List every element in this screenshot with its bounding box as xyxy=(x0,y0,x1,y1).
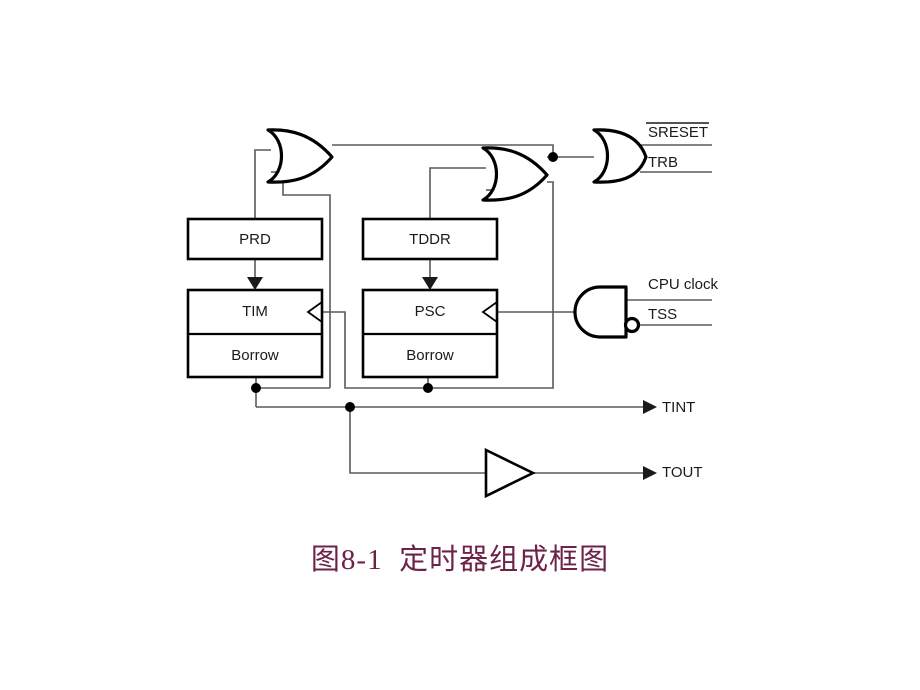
or-gate-right[interactable] xyxy=(592,128,648,184)
block-prd-label: PRD xyxy=(239,231,271,248)
tout-buffer-triangle[interactable] xyxy=(484,447,536,499)
arrowhead-prd-to-tim-icon xyxy=(247,277,263,290)
port-label-sreset: SRESET xyxy=(648,124,708,141)
wire-tout-branch xyxy=(349,407,486,474)
junction-dot-tint-tout xyxy=(345,402,355,412)
wire-orleft-in-top xyxy=(254,149,271,219)
block-tim-label: TIM xyxy=(242,303,268,320)
slide-canvas: PRD TDDR TIM Borrow PSC Borrow SRESET TR… xyxy=(0,0,920,690)
figure-caption: 图8-1 定时器组成框图 xyxy=(310,544,610,576)
or-gate-mid[interactable] xyxy=(481,146,549,202)
and-gate-tss[interactable] xyxy=(573,285,628,339)
port-label-tint: TINT xyxy=(662,399,695,416)
wire-ormid-in-top xyxy=(429,167,486,219)
junction-dot-gate-out xyxy=(548,152,558,162)
port-label-tout: TOUT xyxy=(662,464,703,481)
port-label-cpu-clock: CPU clock xyxy=(648,276,719,293)
block-layer: PRD TDDR TIM Borrow PSC Borrow xyxy=(186,217,499,379)
block-tim-borrow-label: Borrow xyxy=(231,347,279,364)
port-label-trb: TRB xyxy=(648,154,678,171)
junction-dot-psc-borrow xyxy=(423,383,433,393)
arrowhead-tout-icon xyxy=(643,466,657,480)
arrowhead-tint-icon xyxy=(643,400,657,414)
block-psc-label: PSC xyxy=(415,303,446,320)
port-label-layer: SRESET TRB CPU clock TSS TINT TOUT xyxy=(646,122,719,481)
inversion-bubble-icon xyxy=(623,316,641,334)
port-label-tss: TSS xyxy=(648,306,677,323)
block-tddr-label: TDDR xyxy=(409,231,451,248)
junction-dot-tim-borrow xyxy=(251,383,261,393)
timer-block-diagram: PRD TDDR TIM Borrow PSC Borrow SRESET TR… xyxy=(186,122,719,499)
block-psc-borrow-label: Borrow xyxy=(406,347,454,364)
arrowhead-tddr-to-psc-icon xyxy=(422,277,438,290)
or-gate-left[interactable] xyxy=(266,128,334,184)
